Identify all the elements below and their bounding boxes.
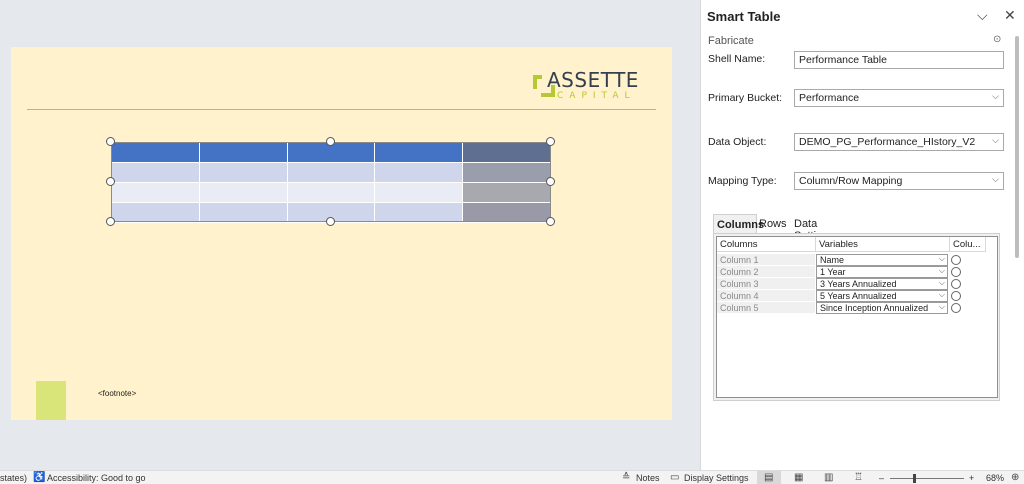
- column-name-cell: Column 5: [717, 302, 815, 314]
- grid-header-columns[interactable]: Columns: [717, 237, 816, 252]
- variable-select[interactable]: 5 Years Annualized ⌵: [816, 290, 948, 302]
- company-logo: ASSETTE CAPITAL: [533, 67, 653, 103]
- info-icon[interactable]: ⊙: [993, 34, 1001, 45]
- resize-handle-right[interactable]: [546, 177, 555, 186]
- normal-view-icon[interactable]: ▤: [764, 472, 773, 483]
- chevron-down-icon: ⌵: [938, 266, 945, 275]
- table-row: Column 4 5 Years Annualized ⌵: [717, 290, 997, 302]
- column-name-cell: Column 1: [717, 254, 815, 266]
- zoom-slider-thumb[interactable]: [913, 474, 916, 483]
- column-radio[interactable]: [951, 303, 961, 313]
- grid-header-third[interactable]: Colu...: [950, 237, 986, 252]
- reading-view-icon[interactable]: ▥: [824, 472, 833, 483]
- notes-button[interactable]: Notes: [636, 473, 660, 483]
- status-bar: states) ♿ Accessibility: Good to go ≙ No…: [0, 470, 1024, 484]
- section-label: Fabricate: [708, 35, 754, 47]
- primary-bucket-label: Primary Bucket:: [708, 92, 783, 104]
- zoom-level[interactable]: 68%: [986, 473, 1004, 483]
- slide[interactable]: ASSETTE CAPITAL <footnote>: [11, 47, 672, 420]
- pane-title: Smart Table: [707, 9, 781, 24]
- notes-icon: ≙: [622, 472, 631, 483]
- resize-handle-bottom-left[interactable]: [106, 217, 115, 226]
- mapping-type-value: Column/Row Mapping: [799, 175, 903, 187]
- zoom-in-button[interactable]: +: [969, 473, 974, 483]
- variable-value: 1 Year: [820, 267, 846, 277]
- column-radio[interactable]: [951, 291, 961, 301]
- accessibility-status[interactable]: Accessibility: Good to go: [47, 473, 146, 483]
- grid-header-variables[interactable]: Variables: [816, 237, 950, 252]
- collapse-pane-icon[interactable]: ⌵: [977, 7, 988, 24]
- display-settings-icon: ▭: [670, 472, 680, 483]
- resize-handle-bottom[interactable]: [326, 217, 335, 226]
- column-name-cell: Column 2: [717, 266, 815, 278]
- shell-name-input[interactable]: Performance Table: [794, 51, 1004, 69]
- chevron-down-icon: ⌵: [938, 290, 945, 299]
- chevron-down-icon: ⌵: [938, 254, 945, 263]
- chevron-down-icon: ⌵: [938, 278, 945, 287]
- slide-canvas: ASSETTE CAPITAL <footnote>: [0, 0, 700, 470]
- smart-table-pane: Smart Table ⌵ ✕ Fabricate ⊙ Shell Name: …: [700, 0, 1024, 470]
- accessibility-icon: ♿: [33, 472, 46, 483]
- column-radio[interactable]: [951, 267, 961, 277]
- tab-rows[interactable]: Rows: [756, 214, 788, 234]
- column-name-cell: Column 4: [717, 290, 815, 302]
- footnote-accent-box: [36, 381, 66, 420]
- shell-name-label: Shell Name:: [708, 53, 766, 65]
- mapping-type-label: Mapping Type:: [708, 175, 777, 187]
- primary-bucket-select[interactable]: Performance ⌵: [794, 89, 1004, 107]
- table-row: Column 5 Since Inception Annualized ⌵: [717, 302, 997, 314]
- mapping-type-select[interactable]: Column/Row Mapping ⌵: [794, 172, 1004, 190]
- slide-sorter-icon[interactable]: ▦: [794, 472, 803, 483]
- chevron-down-icon: ⌵: [938, 302, 945, 311]
- resize-handle-top-left[interactable]: [106, 137, 115, 146]
- slide-show-icon[interactable]: ♖: [854, 472, 863, 483]
- logo-title: ASSETTE: [547, 68, 639, 92]
- primary-bucket-value: Performance: [799, 92, 860, 104]
- pane-scrollbar[interactable]: [1015, 36, 1019, 258]
- variable-select[interactable]: Name ⌵: [816, 254, 948, 266]
- slide-divider: [27, 109, 656, 110]
- variable-value: Since Inception Annualized: [820, 303, 929, 313]
- variable-value: 3 Years Annualized: [820, 279, 897, 289]
- status-left-text[interactable]: states): [0, 473, 27, 483]
- grid-header: Columns Variables Colu...: [717, 237, 997, 252]
- columns-tab-panel: Columns Variables Colu... Column 1 Name …: [713, 233, 1000, 401]
- column-radio[interactable]: [951, 279, 961, 289]
- zoom-slider[interactable]: [890, 478, 964, 479]
- logo-subtitle: CAPITAL: [557, 91, 636, 101]
- chevron-down-icon: ⌵: [992, 91, 999, 101]
- data-object-label: Data Object:: [708, 136, 767, 148]
- data-object-value: DEMO_PG_Performance_HIstory_V2: [799, 136, 976, 148]
- resize-handle-bottom-right[interactable]: [546, 217, 555, 226]
- chevron-down-icon: ⌵: [992, 135, 999, 145]
- variable-select[interactable]: 3 Years Annualized ⌵: [816, 278, 948, 290]
- table-row: Column 2 1 Year ⌵: [717, 266, 997, 278]
- smart-table-object[interactable]: [106, 137, 555, 226]
- fit-to-window-icon[interactable]: ⊕: [1011, 472, 1019, 483]
- resize-handle-top[interactable]: [326, 137, 335, 146]
- variable-select[interactable]: Since Inception Annualized ⌵: [816, 302, 948, 314]
- footnote-text[interactable]: <footnote>: [98, 389, 136, 398]
- chevron-down-icon: ⌵: [992, 174, 999, 184]
- selection-border: [111, 142, 551, 222]
- column-radio[interactable]: [951, 255, 961, 265]
- close-pane-icon[interactable]: ✕: [1004, 7, 1016, 24]
- column-mapping-grid: Columns Variables Colu... Column 1 Name …: [716, 236, 998, 398]
- resize-handle-left[interactable]: [106, 177, 115, 186]
- tab-data-settings[interactable]: Data Settings: [791, 214, 861, 242]
- table-row: Column 3 3 Years Annualized ⌵: [717, 278, 997, 290]
- display-settings-button[interactable]: Display Settings: [684, 473, 749, 483]
- table-row: Column 1 Name ⌵: [717, 254, 997, 266]
- variable-value: Name: [820, 255, 845, 265]
- data-object-select[interactable]: DEMO_PG_Performance_HIstory_V2 ⌵: [794, 133, 1004, 151]
- resize-handle-top-right[interactable]: [546, 137, 555, 146]
- zoom-out-button[interactable]: –: [879, 473, 884, 483]
- variable-select[interactable]: 1 Year ⌵: [816, 266, 948, 278]
- variable-value: 5 Years Annualized: [820, 291, 897, 301]
- column-name-cell: Column 3: [717, 278, 815, 290]
- tab-columns[interactable]: Columns: [713, 214, 764, 234]
